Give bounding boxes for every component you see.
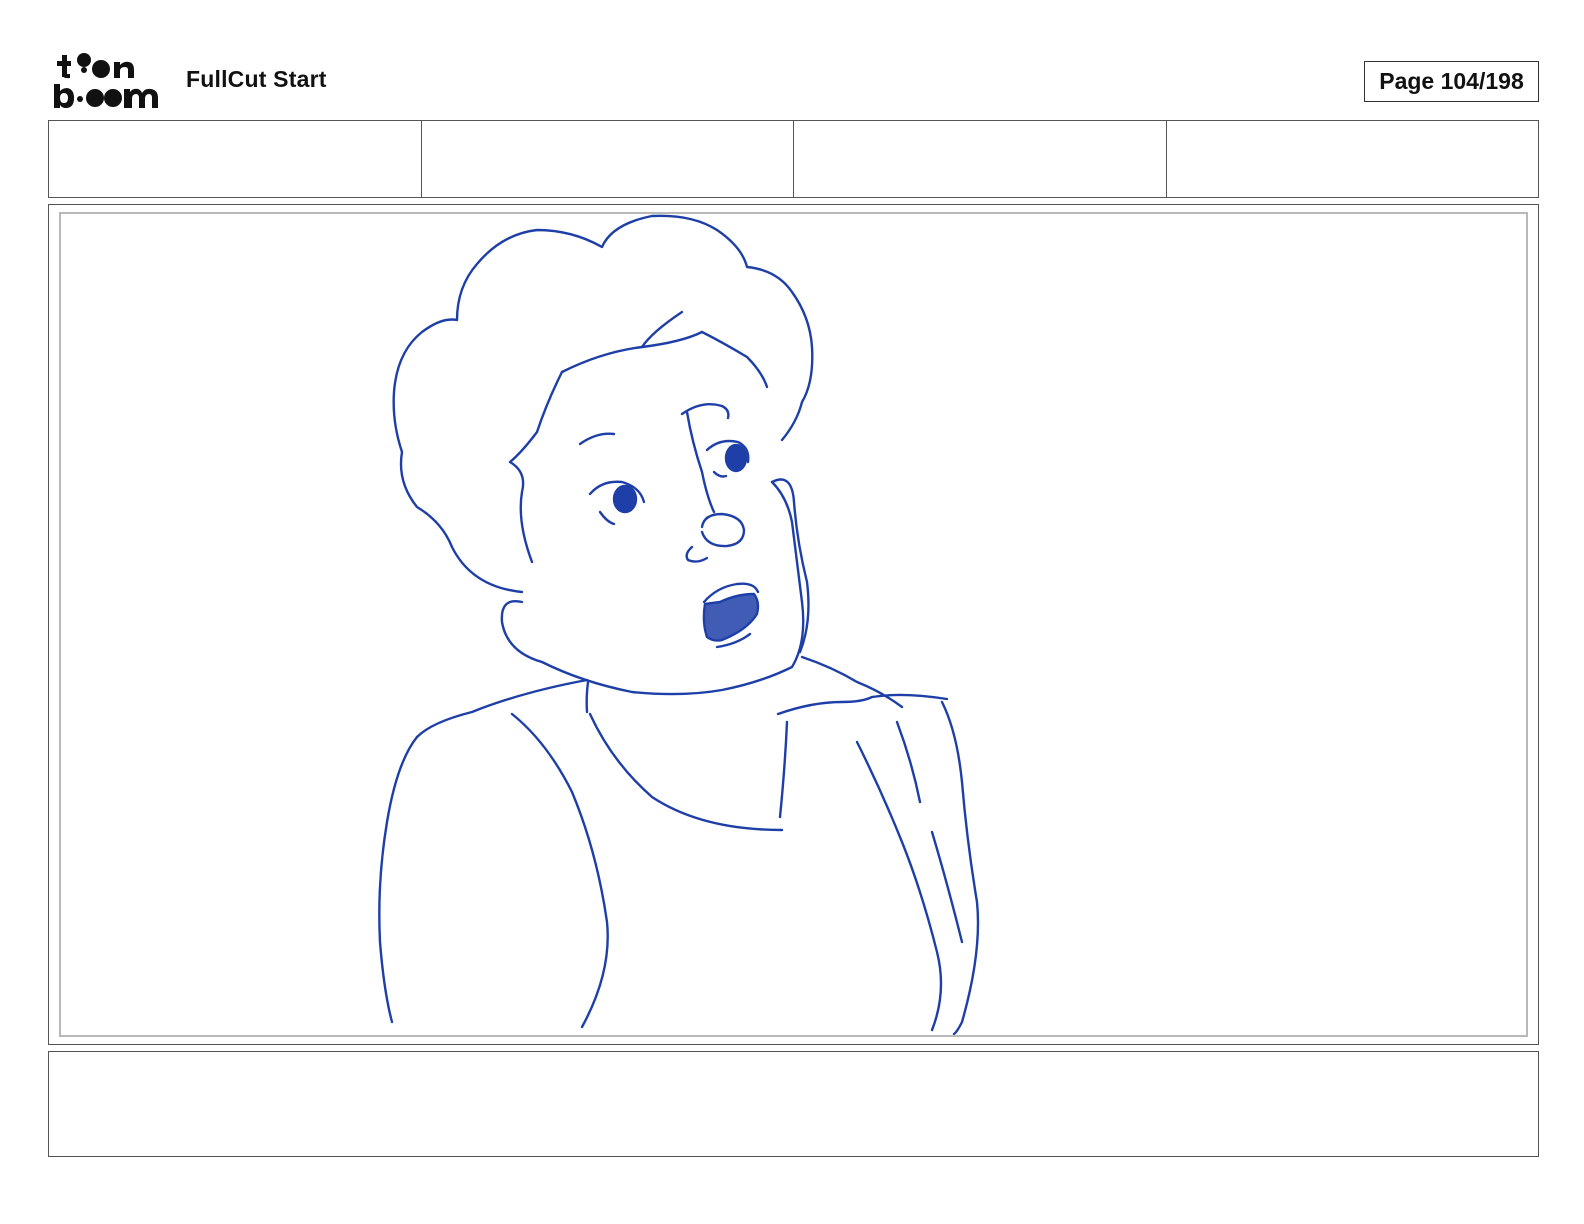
hair-bang-left (508, 370, 564, 564)
info-cell-1 (49, 121, 422, 197)
eyebrow-right (680, 403, 730, 420)
hair-inner-3 (700, 330, 769, 389)
toonboom-logo (52, 52, 164, 110)
sketch-strokes (378, 214, 980, 1035)
neck-right (778, 720, 789, 819)
panel-drawing-area (59, 212, 1528, 1037)
nose-side (685, 545, 709, 563)
project-title: FullCut Start (186, 66, 327, 92)
logo-t-bar (57, 61, 71, 66)
logo-n (114, 61, 134, 78)
eye-right-pupil (724, 443, 748, 473)
eye-left-pupil (612, 484, 638, 514)
info-cell-3 (794, 121, 1167, 197)
logo-mark (54, 53, 158, 108)
sketch-drawing (378, 214, 980, 1035)
logo-o-2 (86, 89, 104, 107)
page-indicator: Page 104/198 (1364, 61, 1539, 102)
arm-right-inner (895, 720, 922, 804)
hair-inner-1 (560, 330, 704, 374)
nose-bridge (685, 410, 716, 514)
eye-left-lower (598, 510, 616, 526)
hair-outline (392, 214, 814, 594)
logo-b (54, 84, 74, 108)
logo-dot-3 (77, 96, 83, 102)
info-cell-4 (1167, 121, 1539, 197)
logo-dot-2 (81, 67, 87, 73)
arm-left-outer (378, 735, 419, 1024)
torso-right (855, 740, 943, 1032)
shoulder-left (415, 678, 589, 739)
face-jaw (540, 480, 805, 696)
shoulder-right (776, 693, 949, 716)
info-cell-2 (422, 121, 794, 197)
eyebrow-left (578, 432, 616, 446)
neck-left (585, 680, 590, 714)
nose (700, 512, 746, 548)
logo-t-hook (62, 74, 70, 79)
panel-notes-box (48, 1051, 1539, 1157)
shirt-collar (588, 712, 784, 832)
logo-m (124, 88, 158, 108)
shoulder-back (800, 655, 904, 709)
panel-info-row (48, 120, 1539, 198)
logo-dot-1 (77, 53, 91, 67)
torso-left (510, 712, 609, 1029)
logo-o-1 (92, 60, 110, 78)
ear (500, 600, 544, 664)
arm-right-crease (930, 830, 964, 944)
eye-right-lower (712, 470, 728, 478)
logo-o-3 (104, 89, 122, 107)
arm-right-outer (940, 700, 980, 1035)
